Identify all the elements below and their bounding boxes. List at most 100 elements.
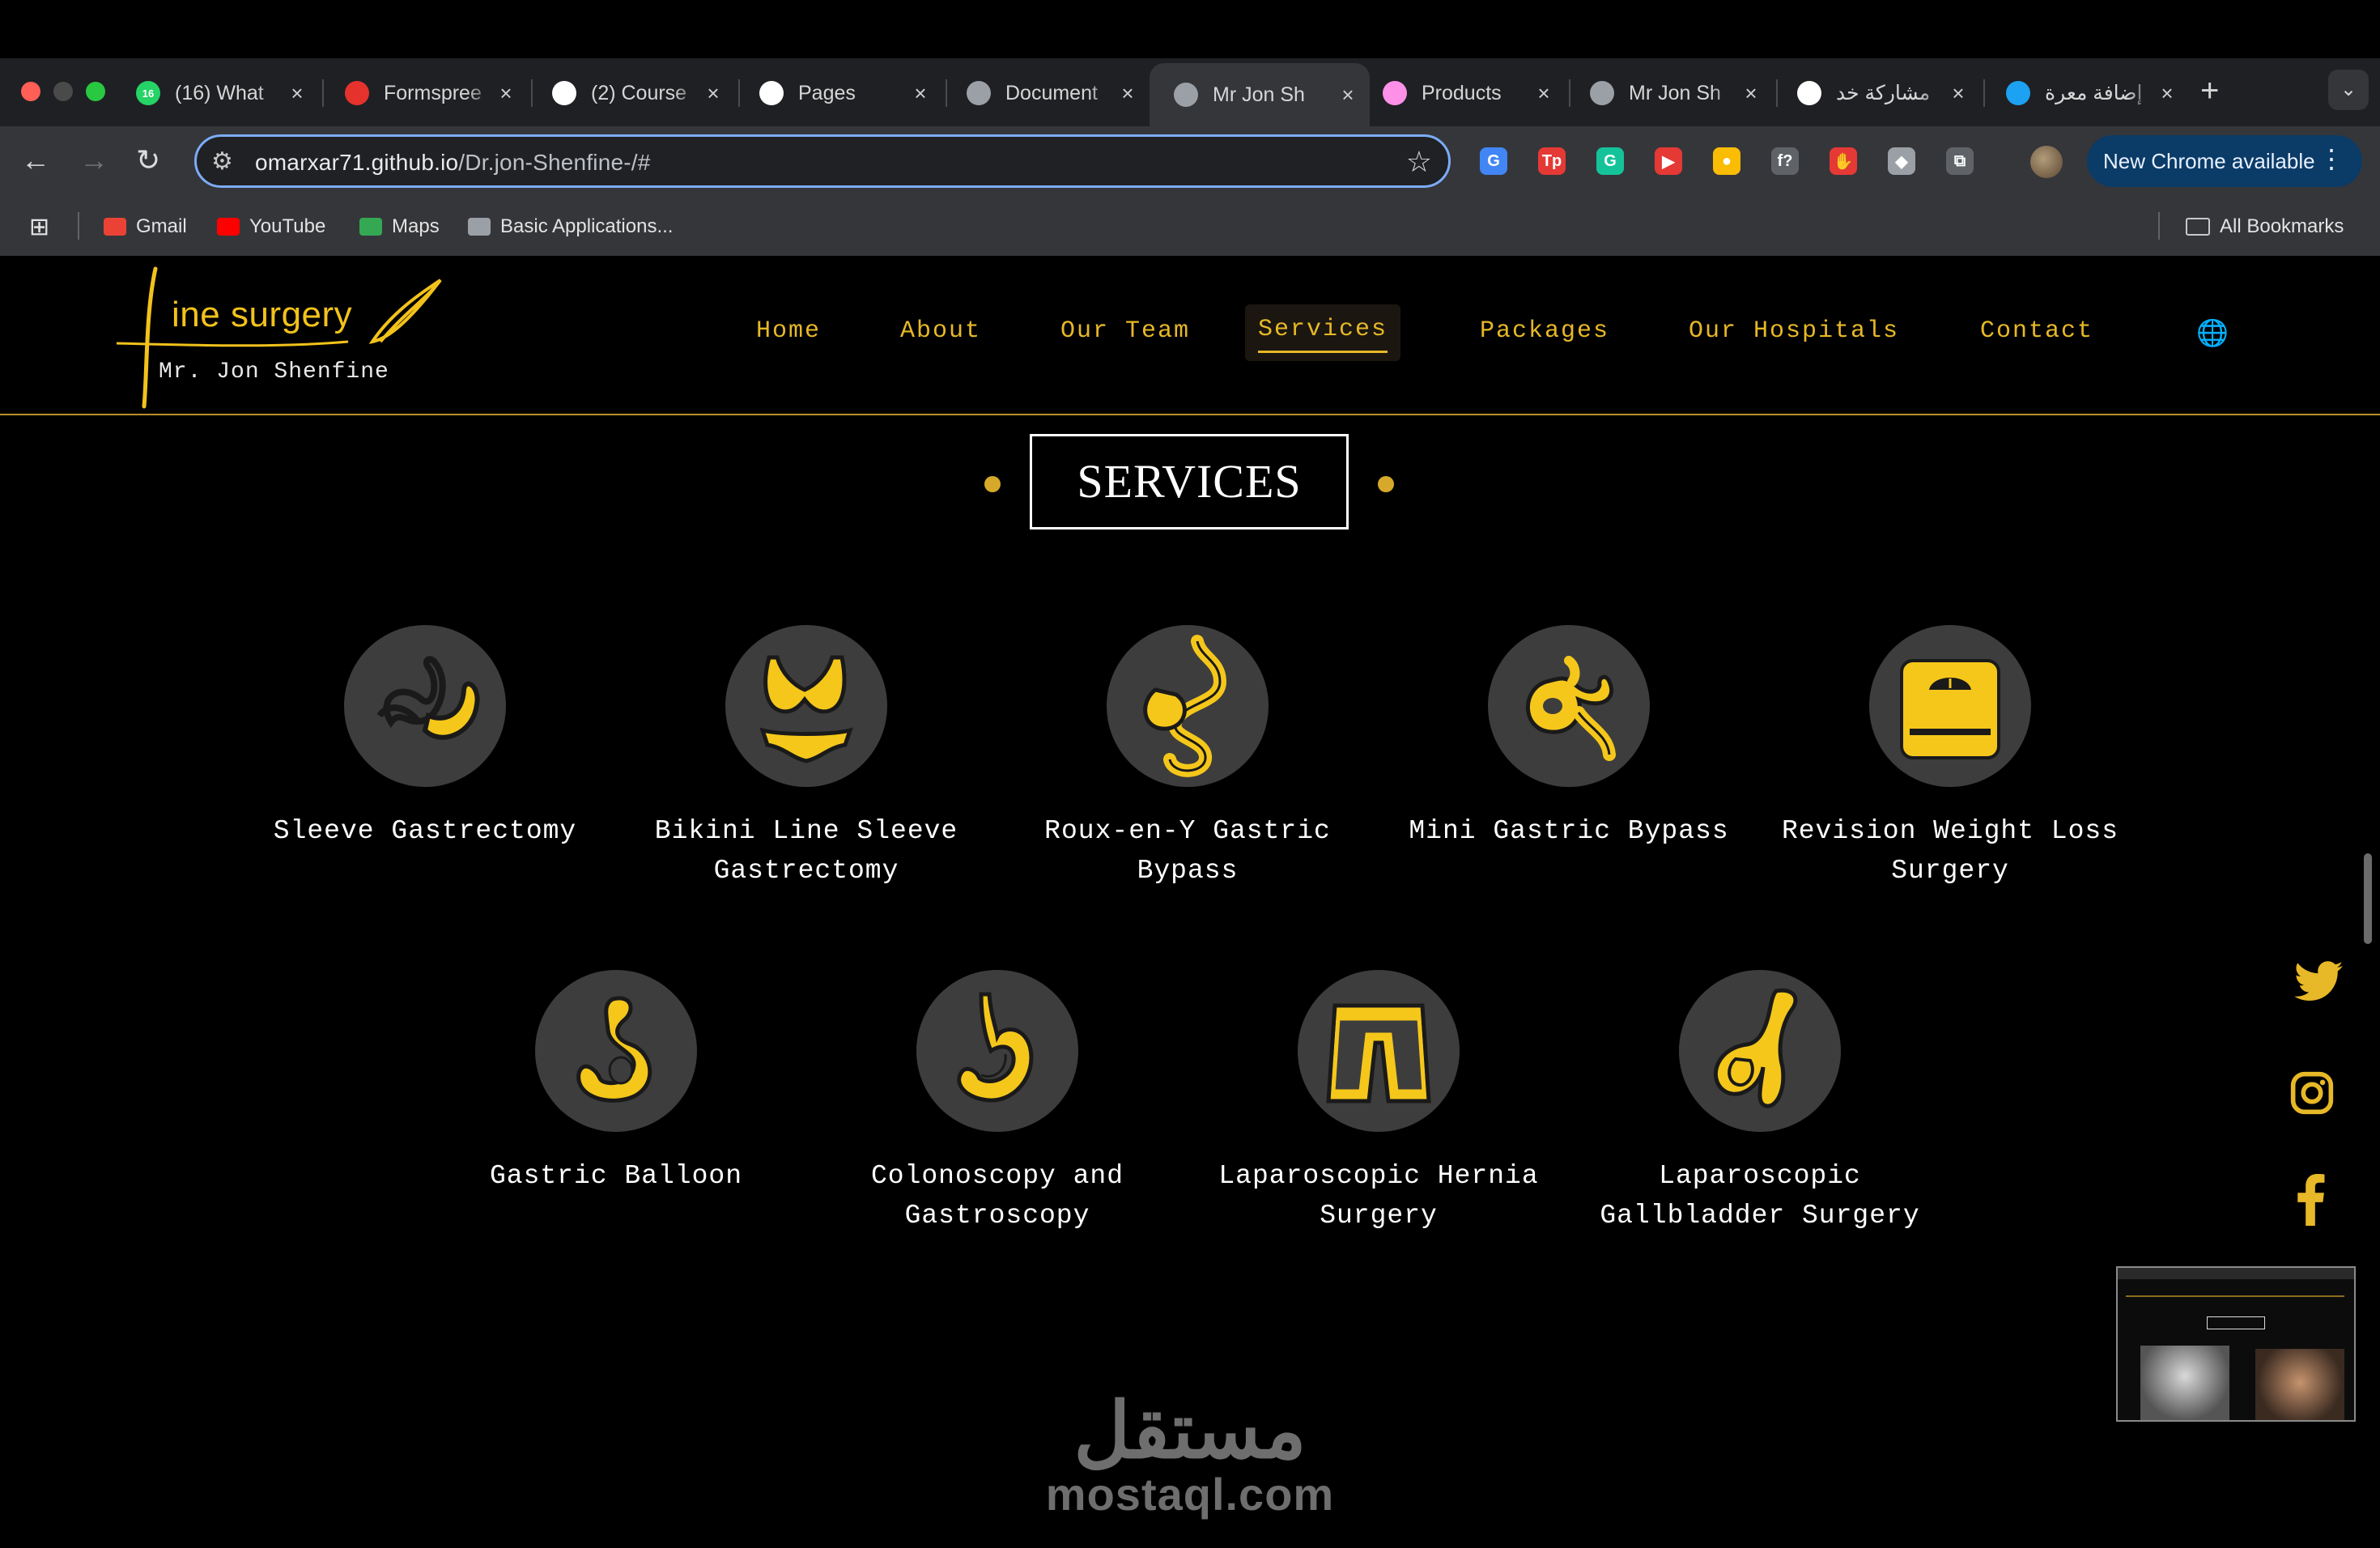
fx-icon[interactable]: f? bbox=[1771, 147, 1799, 175]
browser-tab[interactable]: إضافة معرة × bbox=[1991, 68, 2189, 118]
nav-label: About bbox=[900, 317, 982, 345]
nav-home[interactable]: Home bbox=[756, 317, 821, 345]
service-card[interactable]: Mini Gastric Bypass bbox=[1399, 625, 1739, 851]
shield-icon[interactable]: ◆ bbox=[1888, 147, 1915, 175]
bookmark-label: Gmail bbox=[136, 215, 187, 237]
forward-button[interactable]: → bbox=[79, 144, 108, 176]
browser-tab[interactable]: 16 (16) What × bbox=[121, 68, 319, 118]
puzzle-icon[interactable]: ⧉ bbox=[1946, 147, 1974, 175]
tab-title: Mr Jon Sh bbox=[1629, 81, 1721, 104]
browser-tab[interactable]: Formspree × bbox=[330, 68, 528, 118]
twitter-icon[interactable] bbox=[2294, 960, 2343, 1006]
service-card[interactable]: Laparoscopic Hernia Surgery bbox=[1209, 970, 1549, 1235]
tab-title: Formspree bbox=[384, 81, 482, 104]
maximize-window-button[interactable] bbox=[86, 82, 105, 101]
close-tab-icon[interactable]: × bbox=[1532, 81, 1556, 106]
browser-tab[interactable]: Products × bbox=[1368, 68, 1566, 118]
service-card[interactable]: Colonoscopy and Gastroscopy bbox=[827, 970, 1167, 1235]
all-bookmarks-label: All Bookmarks bbox=[2220, 215, 2344, 237]
reload-button[interactable]: ↻ bbox=[136, 144, 160, 176]
close-tab-icon[interactable]: × bbox=[494, 81, 518, 106]
language-globe-icon[interactable]: 🌐 bbox=[2196, 317, 2229, 348]
youtube-icon bbox=[217, 218, 240, 236]
profile-avatar[interactable] bbox=[2030, 146, 2063, 178]
adblock-icon[interactable]: ✋ bbox=[1830, 147, 1857, 175]
nav-label: Packages bbox=[1480, 317, 1610, 345]
screen-recording-thumbnail[interactable] bbox=[2116, 1266, 2356, 1422]
close-tab-icon[interactable]: × bbox=[1739, 81, 1763, 106]
grammarly-icon[interactable]: G bbox=[1596, 147, 1624, 175]
service-label: Revision Weight Loss Surgery bbox=[1781, 816, 2119, 886]
tab-separator bbox=[738, 79, 740, 107]
logo-wordmark[interactable]: ine surgery bbox=[172, 295, 352, 335]
close-tab-icon[interactable]: × bbox=[1336, 83, 1360, 108]
instagram-icon[interactable] bbox=[2289, 1070, 2335, 1120]
service-label: Bikini Line Sleeve Gastrectomy bbox=[654, 816, 958, 886]
browser-tab[interactable]: Document × bbox=[952, 68, 1150, 118]
browser-tab[interactable]: Mr Jon Sh × bbox=[1150, 63, 1370, 126]
tab-separator bbox=[1569, 79, 1570, 107]
title-dot-right bbox=[1378, 476, 1394, 492]
roux-en-y-icon bbox=[1107, 625, 1269, 787]
bookmark-item[interactable]: Maps bbox=[359, 211, 440, 243]
page-scrollbar[interactable] bbox=[2364, 853, 2372, 944]
site-info-icon[interactable]: ⚙ bbox=[211, 147, 233, 176]
service-card[interactable]: Roux-en-Y Gastric Bypass bbox=[1018, 625, 1358, 891]
translate-icon[interactable]: G bbox=[1480, 147, 1507, 175]
nav-contact[interactable]: Contact bbox=[1980, 317, 2093, 345]
watermark-arabic: مستقل bbox=[1073, 1388, 1307, 1474]
nav-our-team[interactable]: Our Team bbox=[1060, 317, 1190, 345]
bookmark-item[interactable]: YouTube bbox=[217, 211, 325, 243]
github-icon bbox=[759, 81, 784, 105]
service-card[interactable]: Sleeve Gastrectomy bbox=[255, 625, 595, 851]
close-tab-icon[interactable]: × bbox=[285, 81, 309, 106]
tab-title: Mr Jon Sh bbox=[1213, 83, 1305, 106]
apps-grid-icon[interactable]: ⊞ bbox=[29, 211, 49, 243]
youtube-ext-icon[interactable]: ▶ bbox=[1655, 147, 1682, 175]
url-text: omarxar71.github.io/Dr.jon-Shenfine-/# bbox=[255, 150, 651, 175]
bookmark-item[interactable]: Gmail bbox=[104, 211, 187, 243]
browser-tab[interactable]: (2) Course × bbox=[538, 68, 735, 118]
globe-icon bbox=[967, 81, 991, 105]
title-dot-left bbox=[984, 476, 1001, 492]
nav-our-hospitals[interactable]: Our Hospitals bbox=[1689, 317, 1899, 345]
nav-services[interactable]: Services bbox=[1245, 304, 1401, 361]
service-card[interactable]: Bikini Line Sleeve Gastrectomy bbox=[636, 625, 976, 891]
bookmark-item[interactable]: Basic Applications... bbox=[468, 211, 673, 243]
browser-tab[interactable]: Pages × bbox=[745, 68, 942, 118]
mostaql-watermark: مستقل mostaql.com bbox=[1044, 1393, 1336, 1519]
new-tab-button[interactable]: + bbox=[2200, 74, 2219, 107]
close-tab-icon[interactable]: × bbox=[908, 81, 933, 106]
nav-label: Contact bbox=[1980, 317, 2094, 345]
nav-about[interactable]: About bbox=[900, 317, 981, 345]
formspree-icon bbox=[345, 81, 369, 105]
service-label: Mini Gastric Bypass bbox=[1409, 816, 1729, 846]
address-bar[interactable]: ⚙ omarxar71.github.io/Dr.jon-Shenfine-/#… bbox=[194, 134, 1451, 188]
nav-packages[interactable]: Packages bbox=[1480, 317, 1609, 345]
close-tab-icon[interactable]: × bbox=[1946, 81, 1970, 106]
close-window-button[interactable] bbox=[21, 82, 40, 101]
back-button[interactable]: ← bbox=[21, 144, 50, 176]
kebab-menu-icon[interactable]: ⋮ bbox=[2318, 143, 2344, 174]
nav-label: Home bbox=[756, 317, 822, 345]
keep-icon[interactable]: ● bbox=[1713, 147, 1740, 175]
service-card[interactable]: Laparoscopic Gallbladder Surgery bbox=[1590, 970, 1930, 1235]
close-tab-icon[interactable]: × bbox=[2155, 81, 2179, 106]
tab-title: مشاركة خد bbox=[1836, 82, 1931, 104]
facebook-icon[interactable] bbox=[2294, 1174, 2327, 1230]
close-tab-icon[interactable]: × bbox=[701, 81, 725, 106]
browser-tab[interactable]: مشاركة خد × bbox=[1783, 68, 1980, 118]
bookmark-star-icon[interactable]: ☆ bbox=[1406, 145, 1432, 179]
screen-top-strip bbox=[0, 0, 2380, 58]
tab-search-button[interactable]: ⌄ bbox=[2328, 70, 2369, 110]
close-tab-icon[interactable]: × bbox=[1116, 81, 1140, 106]
browser-tab[interactable]: Mr Jon Sh × bbox=[1575, 68, 1773, 118]
service-label: Laparoscopic Gallbladder Surgery bbox=[1600, 1161, 1920, 1231]
minimize-window-button[interactable] bbox=[53, 82, 73, 101]
tp-icon[interactable]: Tp bbox=[1538, 147, 1566, 175]
all-bookmarks-button[interactable]: All Bookmarks bbox=[2186, 211, 2344, 243]
service-card[interactable]: Gastric Balloon bbox=[446, 970, 786, 1196]
new-chrome-available-button[interactable]: New Chrome available ⋮ bbox=[2087, 135, 2362, 187]
service-card[interactable]: Revision Weight Loss Surgery bbox=[1780, 625, 2120, 891]
shorts-icon bbox=[1298, 970, 1460, 1132]
